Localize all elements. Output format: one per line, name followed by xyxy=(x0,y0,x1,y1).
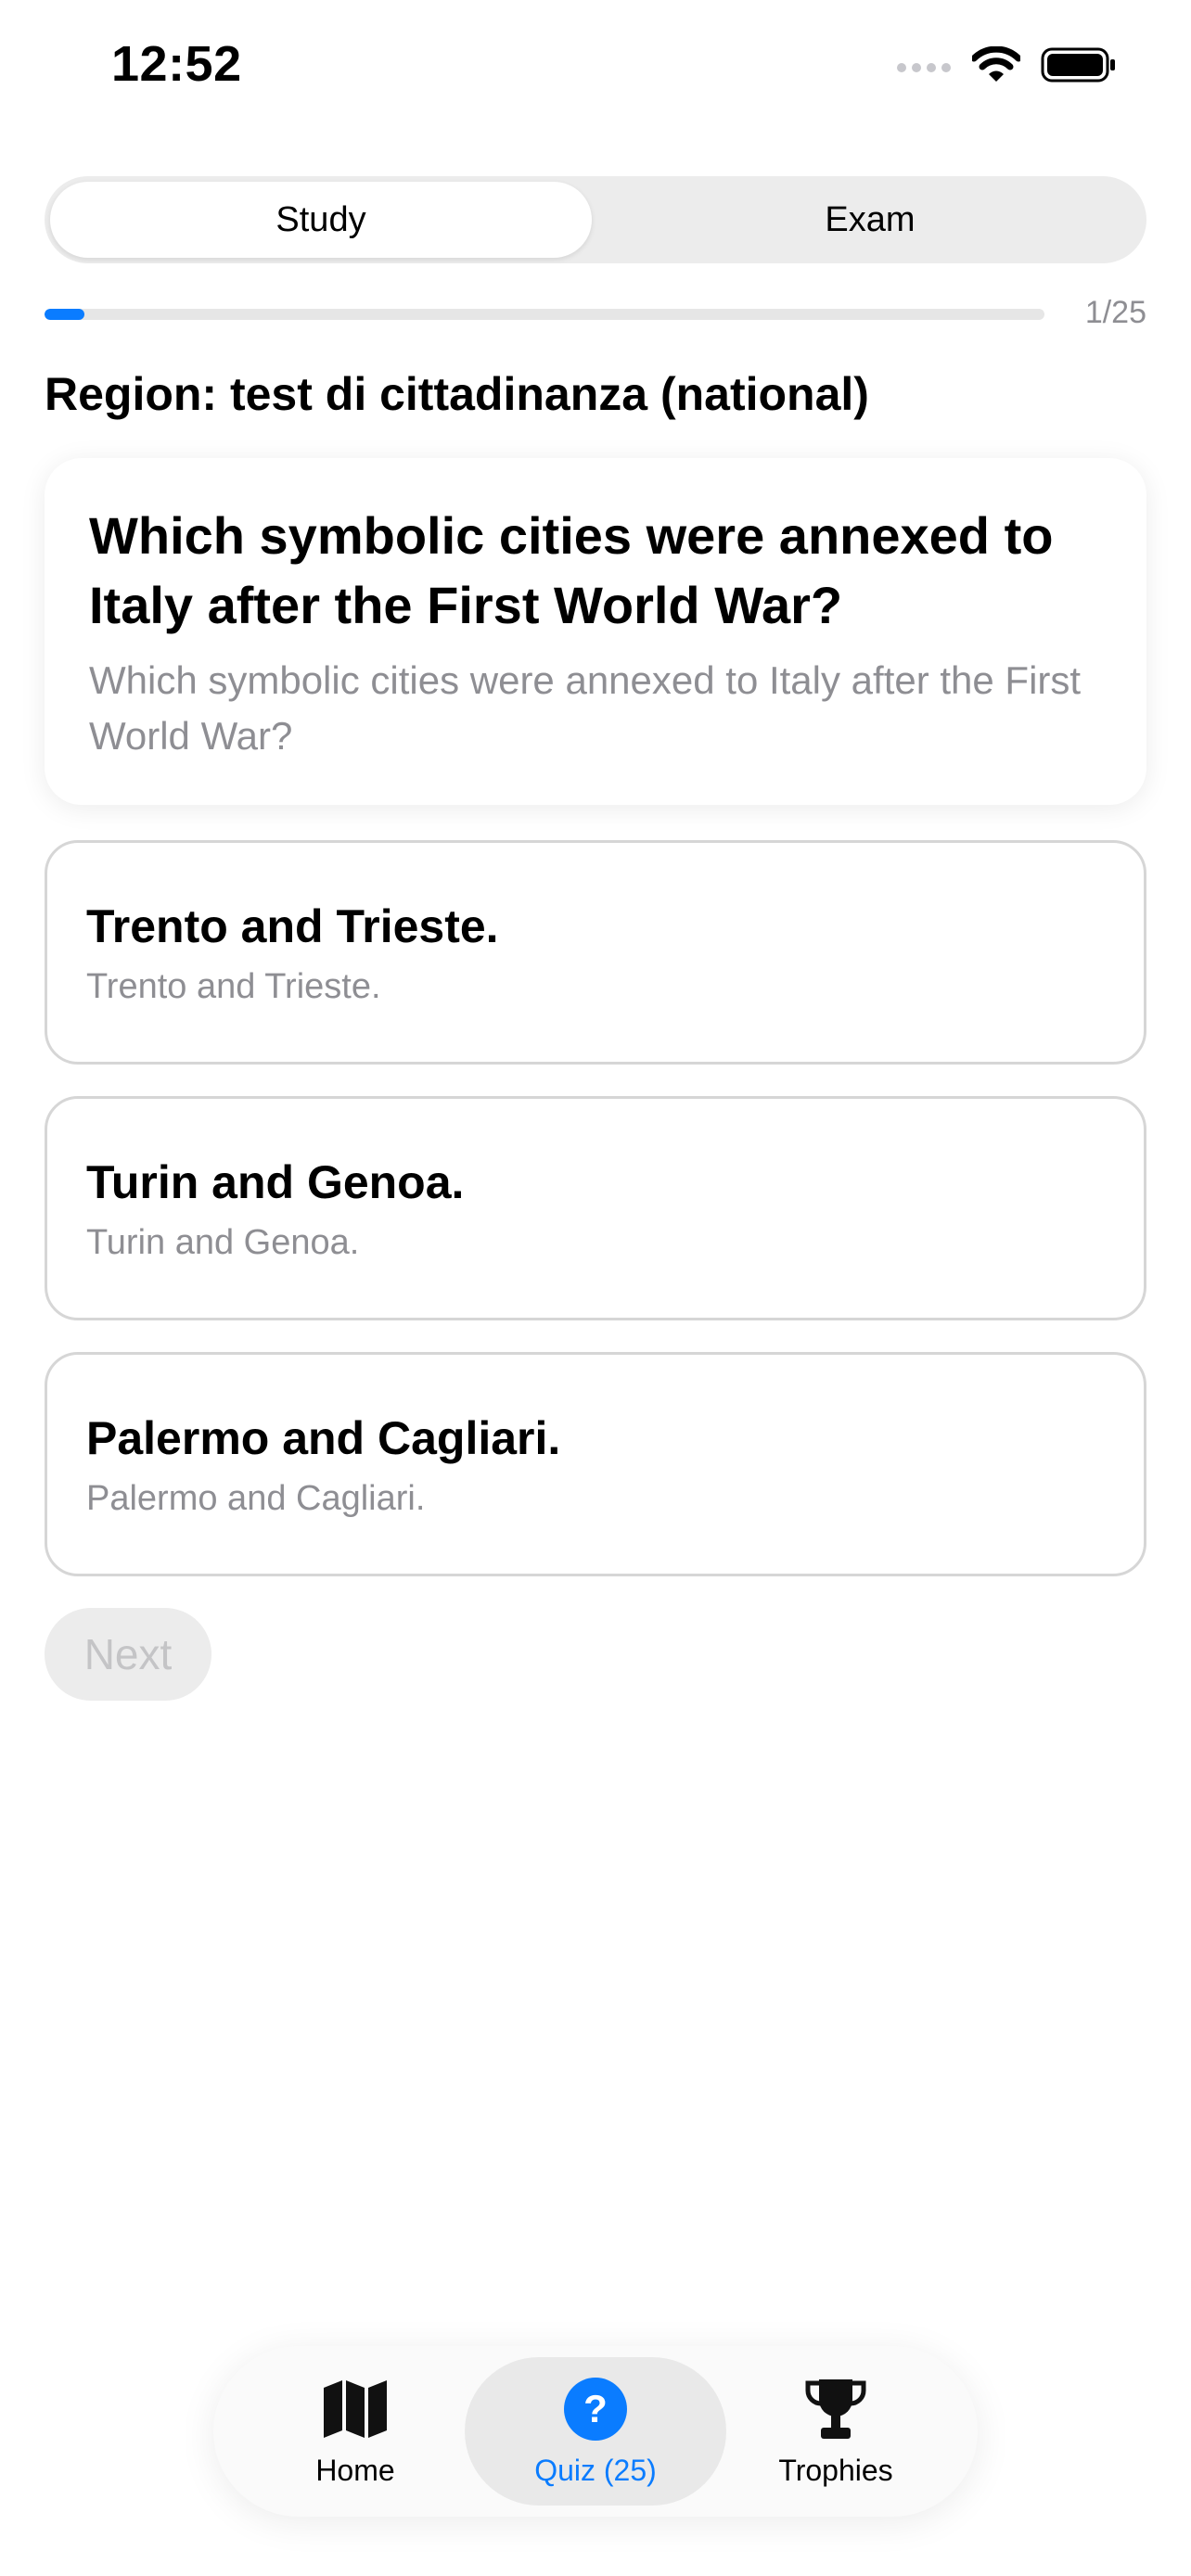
answer-option-3[interactable]: Palermo and Cagliari. Palermo and Caglia… xyxy=(45,1352,1146,1576)
answer-translation: Trento and Trieste. xyxy=(86,967,381,1006)
progress-bar xyxy=(45,309,1044,320)
tab-home[interactable]: Home xyxy=(224,2357,486,2506)
mode-segmented-control: Study Exam xyxy=(45,176,1146,263)
status-icons xyxy=(896,41,1117,93)
question-circle-icon: ? xyxy=(558,2376,633,2442)
answer-translation: Palermo and Cagliari. xyxy=(86,1479,426,1518)
answer-title: Turin and Genoa. xyxy=(86,1156,465,1208)
tab-trophies[interactable]: Trophies xyxy=(705,2357,967,2506)
map-icon xyxy=(318,2376,392,2442)
quiz-screen: 12:52 Study Exam 1/25 Region: test di ci… xyxy=(0,0,1191,2576)
region-label: Region: test di cittadinanza (national) xyxy=(45,368,869,420)
segment-study[interactable]: Study xyxy=(50,182,592,258)
answer-title: Palermo and Cagliari. xyxy=(86,1412,561,1464)
segment-exam[interactable]: Exam xyxy=(599,182,1141,258)
battery-icon xyxy=(1041,46,1117,88)
cellular-signal-icon xyxy=(896,56,952,79)
answer-option-2[interactable]: Turin and Genoa. Turin and Genoa. xyxy=(45,1096,1146,1320)
tab-label: Quiz (25) xyxy=(534,2453,657,2487)
question-title: Which symbolic cities were annexed to It… xyxy=(89,506,1054,634)
status-time: 12:52 xyxy=(111,36,242,92)
question-card: Which symbolic cities were annexed to It… xyxy=(45,458,1146,805)
tab-bar: Home ? Quiz (25) Trophies xyxy=(213,2346,978,2517)
trophy-icon xyxy=(799,2376,873,2442)
tab-quiz[interactable]: ? Quiz (25) xyxy=(465,2357,726,2506)
progress-count: 1/25 xyxy=(1084,295,1146,330)
question-translation: Which symbolic cities were annexed to It… xyxy=(89,658,1082,758)
tab-label: Trophies xyxy=(778,2453,893,2487)
tab-label: Home xyxy=(315,2453,395,2487)
svg-text:?: ? xyxy=(583,2387,608,2430)
wifi-icon xyxy=(970,45,1022,88)
next-button[interactable]: Next xyxy=(45,1608,211,1701)
answer-title: Trento and Trieste. xyxy=(86,900,499,952)
progress-fill xyxy=(45,309,85,320)
answer-translation: Turin and Genoa. xyxy=(86,1223,360,1262)
answer-option-1[interactable]: Trento and Trieste. Trento and Trieste. xyxy=(45,840,1146,1065)
